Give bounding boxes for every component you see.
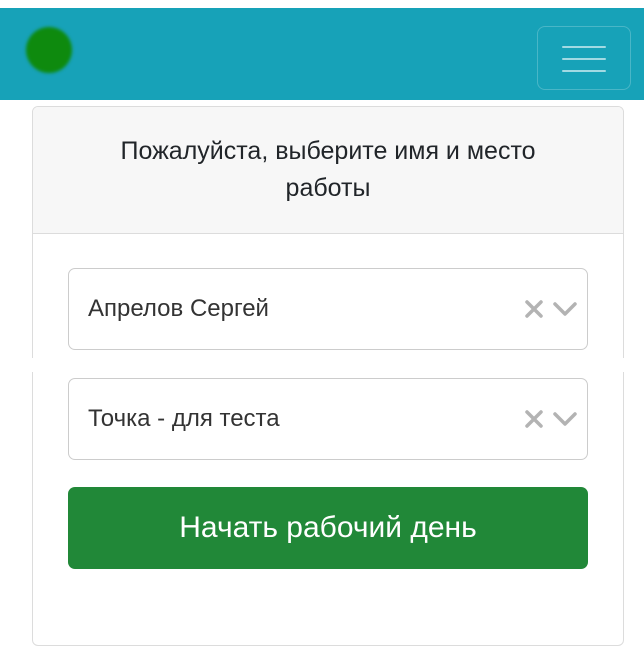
selection-card: Пожалуйста, выберите имя и место работы …: [32, 106, 624, 646]
card-header: Пожалуйста, выберите имя и место работы: [33, 107, 623, 234]
screenshot-seam: [0, 358, 644, 372]
navbar: [0, 8, 644, 100]
employee-select-value: Апрелов Сергей: [88, 295, 269, 322]
employee-select[interactable]: Апрелов Сергей: [68, 268, 588, 350]
chevron-down-icon[interactable]: [552, 408, 578, 430]
location-select[interactable]: Точка - для теста: [68, 378, 588, 460]
hamburger-menu-icon-bar: [562, 58, 606, 60]
location-select-value: Точка - для теста: [88, 405, 280, 432]
hamburger-menu-icon: [562, 46, 606, 48]
menu-toggle-button[interactable]: [537, 26, 631, 90]
card-header-text: Пожалуйста, выберите имя и место работы: [120, 137, 536, 202]
close-icon[interactable]: [523, 298, 545, 320]
close-icon[interactable]: [523, 408, 545, 430]
hamburger-menu-icon-bar: [562, 70, 606, 72]
status-dot-icon: [26, 27, 72, 73]
chevron-down-icon[interactable]: [552, 298, 578, 320]
start-workday-button[interactable]: Начать рабочий день: [68, 487, 588, 569]
